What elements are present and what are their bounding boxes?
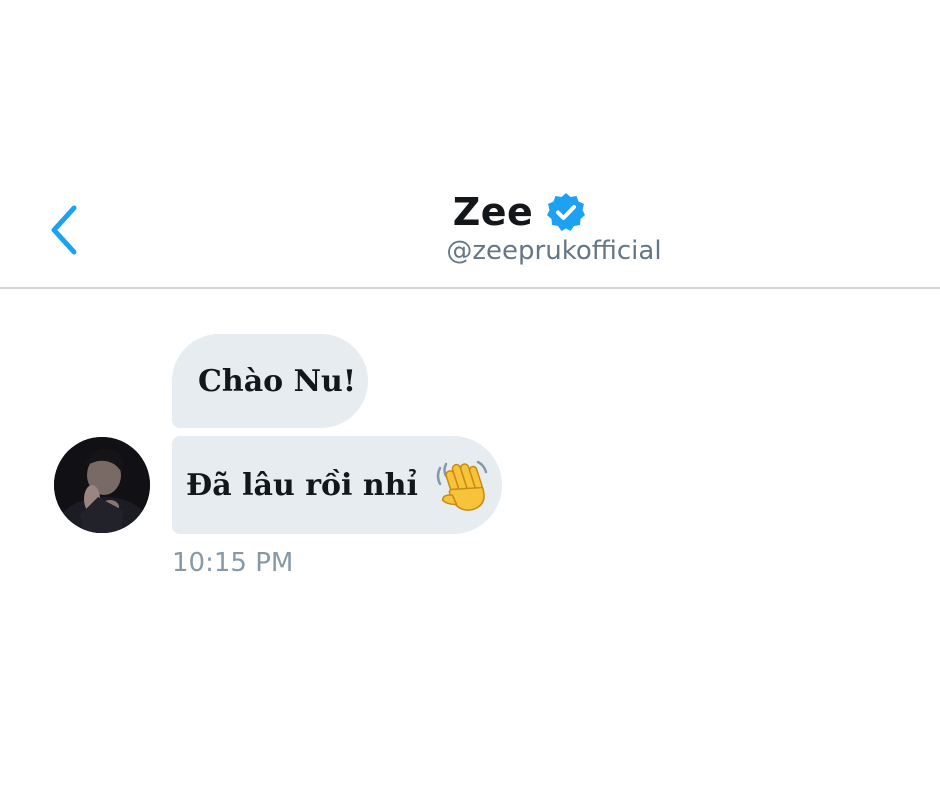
avatar-photo: [54, 437, 150, 533]
user-handle[interactable]: @zeeprukofficial: [0, 236, 940, 266]
waving-hand-icon: [434, 456, 496, 514]
message-bubble[interactable]: Chào Nu!: [172, 334, 368, 428]
message-timestamp: 10:15 PM: [172, 548, 294, 578]
message-bubble[interactable]: Đã lâu rồi nhỉ: [172, 436, 502, 534]
avatar[interactable]: [54, 437, 150, 533]
display-name: Zee: [452, 190, 534, 234]
message-text: Chào Nu!: [198, 363, 356, 399]
header-divider: [0, 287, 940, 289]
conversation-header: Zee @zeeprukofficial: [0, 0, 940, 290]
verified-badge-icon: [545, 191, 587, 233]
title-row[interactable]: Zee: [0, 182, 940, 242]
message-text: Đã lâu rồi nhỉ: [186, 467, 418, 503]
